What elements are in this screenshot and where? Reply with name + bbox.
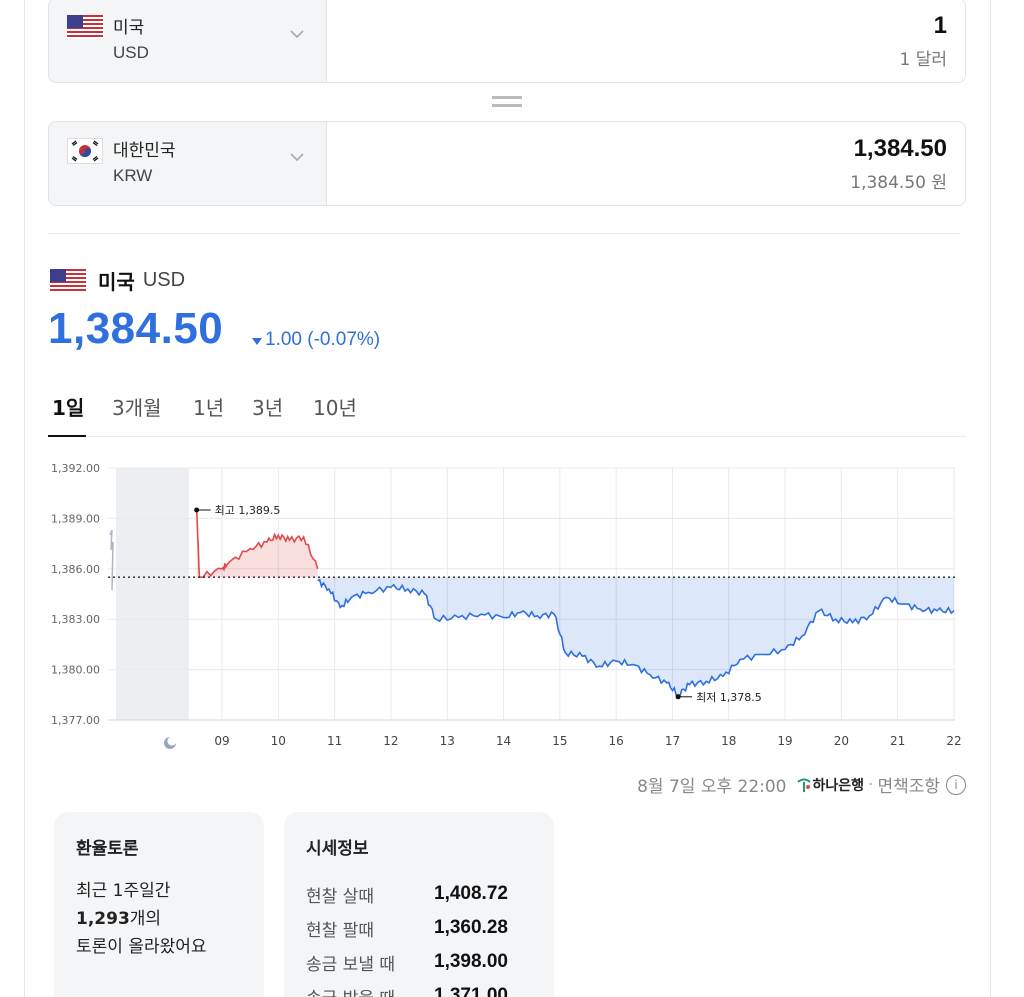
equals-icon — [492, 96, 522, 107]
us-flag-icon — [50, 268, 86, 293]
bank-logo: 하나은행 — [795, 775, 865, 795]
section-divider — [48, 233, 960, 234]
us-flag-icon — [67, 15, 103, 39]
rate-change: 1.00 (-0.07%) — [252, 329, 380, 351]
market-row-label: 송금 보낼 때 — [306, 954, 396, 975]
tab-3m[interactable]: 3개월 — [112, 392, 162, 421]
separator-dot: · — [868, 774, 874, 795]
currency-select-from[interactable]: 미국 USD — [49, 0, 327, 82]
y-tick-label: 1,389.00 — [51, 512, 100, 525]
chevron-down-icon — [290, 30, 304, 39]
from-currency-code: USD — [113, 43, 149, 62]
night-shading — [116, 468, 189, 720]
tab-10y[interactable]: 10년 — [313, 392, 357, 421]
market-row-label: 현찰 살때 — [306, 886, 374, 907]
market-row-value: 1,398.00 — [434, 951, 508, 972]
rate-header: 미국 USD — [50, 266, 185, 295]
source-line: 8월 7일 오후 22:00 하나은행 · 면책조항 i — [637, 772, 966, 797]
low-label: 최저 1,378.5 — [696, 691, 762, 704]
period-tabs: 1일 3개월 1년 3년 10년 — [48, 388, 966, 437]
to-amount-input[interactable]: 1,384.50 1,384.50 원 — [327, 122, 965, 205]
market-row-label: 현찰 팔때 — [306, 920, 374, 941]
rate-country: 미국 — [98, 270, 135, 294]
market-info-card: 시세정보 현찰 살때 1,408.72 현찰 팔때 1,360.28 송금 보낼… — [284, 812, 554, 997]
converter-to: 대한민국 KRW 1,384.50 1,384.50 원 — [48, 121, 966, 206]
market-row: 현찰 팔때 1,360.28 — [306, 911, 532, 945]
forum-line2-suffix: 개의 — [129, 909, 162, 929]
market-row: 현찰 살때 1,408.72 — [306, 877, 532, 911]
market-title: 시세정보 — [306, 839, 369, 859]
tab-1d[interactable]: 1일 — [52, 392, 84, 421]
high-label: 최고 1,389.5 — [215, 504, 281, 517]
x-tick-label: 20 — [834, 734, 849, 748]
x-tick-label: 18 — [721, 734, 736, 748]
down-area — [317, 577, 954, 697]
x-tick-label: 22 — [946, 734, 961, 748]
x-tick-label: 14 — [496, 734, 511, 748]
kr-flag-icon — [67, 138, 103, 164]
market-row-value: 1,408.72 — [434, 883, 508, 904]
forum-title: 환율토론 — [76, 839, 139, 859]
x-tick-label: 12 — [383, 734, 398, 748]
x-tick-label: 10 — [271, 734, 286, 748]
to-amount-text: 1,384.50 원 — [850, 173, 947, 193]
moon-icon — [164, 737, 176, 749]
y-tick-label: 1,377.00 — [51, 714, 100, 727]
exchange-rate-chart: 1,392.00 1,389.00 1,386.00 1,383.00 1,380.00… — [51, 462, 962, 749]
info-icon[interactable]: i — [946, 774, 966, 795]
from-amount-text: 1 달러 — [899, 50, 948, 70]
to-currency-code: KRW — [113, 166, 153, 185]
from-country-name: 미국 — [113, 18, 145, 38]
market-row-value: 1,360.28 — [434, 917, 508, 938]
x-tick-label: 16 — [609, 734, 624, 748]
y-tick-label: 1,386.00 — [51, 563, 100, 576]
from-amount-input[interactable]: 1 1 달러 — [327, 0, 965, 82]
forum-count: 1,293 — [76, 909, 130, 929]
y-tick-label: 1,392.00 — [51, 462, 100, 475]
market-row: 송금 받을 때 1,371.00 — [306, 979, 532, 997]
y-tick-label: 1,380.00 — [51, 664, 100, 677]
to-country-name: 대한민국 — [113, 141, 176, 161]
x-tick-label: 19 — [777, 734, 792, 748]
forum-line2: 1,293개의 — [76, 905, 242, 933]
hana-bank-icon — [796, 778, 811, 792]
forum-line3: 토론이 올라왔어요 — [76, 937, 207, 957]
rate-change-text: 1.00 (-0.07%) — [265, 329, 381, 350]
bank-name: 하나은행 — [812, 777, 865, 794]
y-tick-label: 1,383.00 — [51, 613, 100, 626]
disclaimer-link[interactable]: 면책조항 — [877, 772, 940, 797]
pre-market-line — [109, 529, 114, 591]
down-arrow-icon — [252, 337, 262, 345]
converter-from: 미국 USD 1 1 달러 — [48, 0, 966, 83]
forum-line1: 최근 1주일간 — [76, 881, 171, 901]
tab-3y[interactable]: 3년 — [252, 392, 283, 421]
market-row-label: 송금 받을 때 — [306, 984, 434, 997]
from-amount: 1 — [933, 12, 947, 39]
forum-card[interactable]: 환율토론 최근 1주일간 1,293개의 토론이 올라왔어요 — [54, 812, 264, 997]
market-row-value: 1,371.00 — [434, 985, 508, 997]
active-tab-indicator — [48, 435, 86, 437]
tab-1y[interactable]: 1년 — [193, 392, 224, 421]
x-tick-label: 15 — [552, 734, 567, 748]
market-row: 송금 보낼 때 1,398.00 — [306, 945, 532, 979]
currency-select-to[interactable]: 대한민국 KRW — [49, 122, 327, 205]
x-tick-label: 17 — [665, 734, 680, 748]
to-amount: 1,384.50 — [853, 135, 947, 162]
update-time: 8월 7일 오후 22:00 — [637, 777, 787, 797]
rate-code: USD — [142, 269, 186, 291]
x-tick-label: 11 — [327, 734, 342, 748]
current-rate: 1,384.50 — [48, 304, 224, 353]
x-tick-label: 21 — [890, 734, 905, 748]
x-tick-label: 13 — [440, 734, 455, 748]
x-tick-label: 09 — [214, 734, 229, 748]
chevron-down-icon — [290, 153, 304, 162]
